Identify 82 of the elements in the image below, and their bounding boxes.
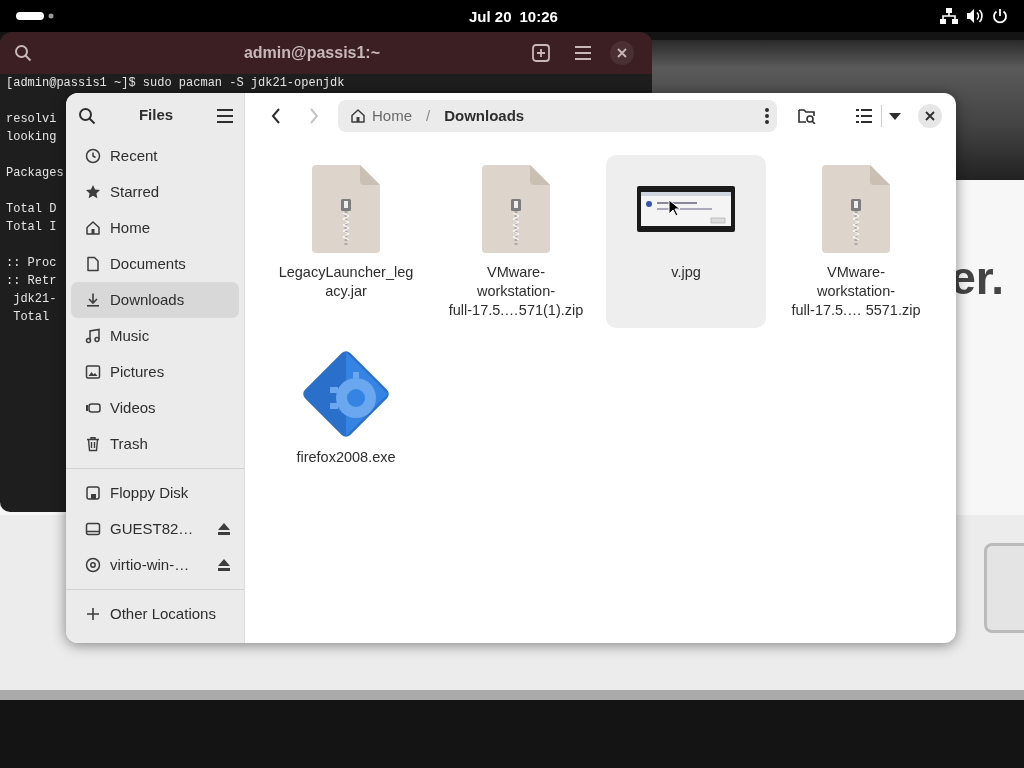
terminal-line: looking: [6, 129, 57, 146]
device-label: GUEST82…: [110, 518, 195, 539]
more-options-icon[interactable]: [765, 108, 769, 124]
path-bar[interactable]: Home / Downloads: [338, 100, 777, 132]
close-button[interactable]: [610, 41, 634, 65]
sidebar-item[interactable]: Starred: [71, 174, 239, 210]
file-name: LegacyLauncher_leg acy.jar: [278, 263, 414, 301]
workspace-indicator-icon[interactable]: [16, 12, 54, 20]
sidebar-item[interactable]: virtio-win-…: [71, 547, 239, 583]
close-icon[interactable]: [617, 48, 627, 58]
file-name: firefox2008.exe: [296, 448, 396, 467]
clock-text[interactable]: 10:26: [519, 6, 558, 29]
terminal-line: resolvi: [6, 111, 57, 128]
video-camera-icon: [85, 400, 101, 416]
chevron-left-icon: [271, 108, 281, 124]
sidebar-item[interactable]: Other Locations: [71, 596, 239, 632]
menu-icon[interactable]: [574, 45, 592, 61]
document-icon: [85, 256, 101, 272]
sidebar-item[interactable]: Documents: [71, 246, 239, 282]
path-crumb[interactable]: Home: [350, 104, 412, 128]
search-icon[interactable]: [14, 44, 32, 62]
eject-icon[interactable]: [217, 558, 231, 572]
file-name: VMware- workstation- full-17.5.… 5571.zip: [791, 263, 921, 320]
device-label: Floppy Disk: [110, 482, 190, 503]
sidebar-item[interactable]: Downloads: [71, 282, 239, 318]
music-note-icon: [85, 328, 101, 344]
home-icon: [85, 220, 101, 236]
terminal-line: Total D: [6, 201, 57, 218]
mouse-pointer-icon: [668, 199, 680, 217]
terminal-line: Total: [12, 309, 50, 326]
drive-icon: [85, 521, 101, 537]
file-name: v.jpg: [671, 263, 701, 282]
archive-file-icon: [482, 165, 550, 253]
close-button[interactable]: [918, 104, 942, 128]
sidebar-item[interactable]: Pictures: [71, 354, 239, 390]
file-item[interactable]: VMware- workstation- full-17.5.… 5571.zip: [776, 155, 936, 328]
power-icon[interactable]: [992, 8, 1008, 24]
caret-icon: [889, 112, 901, 120]
sidebar-item[interactable]: Floppy Disk: [71, 475, 239, 511]
terminal-line: jdk21-: [12, 291, 57, 308]
volume-icon[interactable]: [966, 8, 984, 24]
file-item[interactable]: LegacyLauncher_leg acy.jar: [266, 155, 426, 328]
file-item[interactable]: v.jpg: [606, 155, 766, 328]
disc-icon: [85, 557, 101, 573]
search-icon[interactable]: [78, 106, 96, 125]
app-title: Files: [138, 105, 174, 126]
terminal-line: Total I: [6, 219, 57, 236]
sidebar-item[interactable]: Videos: [71, 390, 239, 426]
window-title: admin@passis1:~: [243, 44, 381, 61]
path-separator: /: [426, 105, 431, 126]
file-item[interactable]: firefox2008.exe: [266, 340, 426, 475]
sidebar-item[interactable]: Music: [71, 318, 239, 354]
home-icon: [350, 108, 366, 124]
sidebar-item[interactable]: GUEST82…: [71, 511, 239, 547]
path-crumb[interactable]: Downloads: [444, 104, 525, 128]
sidebar-item[interactable]: Recent: [71, 138, 239, 174]
terminal-line: :: Proc: [6, 255, 57, 272]
picture-icon: [85, 364, 101, 380]
trash-icon: [85, 436, 101, 452]
terminal-line: [admin@passis1 ~]$ sudo pacman -S jdk21-openjdk: [6, 75, 345, 92]
terminal-line: Packages: [6, 165, 64, 182]
archive-file-icon: [822, 165, 890, 253]
eject-icon[interactable]: [217, 522, 231, 536]
device-label: virtio-win-…: [110, 554, 191, 575]
list-icon: [856, 109, 872, 123]
new-tab-icon[interactable]: [532, 44, 550, 62]
chevron-right-icon: [309, 108, 319, 124]
folder-search-icon: [798, 108, 816, 124]
clock-icon: [85, 148, 101, 164]
download-icon: [85, 292, 101, 308]
close-icon: [925, 111, 935, 121]
file-name: VMware- workstation- full-17.5.…571(1).zip: [448, 263, 584, 320]
sidebar-item[interactable]: Trash: [71, 426, 239, 462]
plus-icon: [85, 606, 101, 622]
file-item[interactable]: VMware- workstation- full-17.5.…571(1).zip: [436, 155, 596, 328]
network-icon[interactable]: [940, 8, 958, 24]
terminal-line: :: Retr: [6, 273, 57, 290]
sidebar-item[interactable]: Home: [71, 210, 239, 246]
menu-icon[interactable]: [216, 107, 234, 124]
date-text[interactable]: Jul 20: [469, 6, 512, 29]
star-icon: [85, 184, 101, 200]
archive-file-icon: [312, 165, 380, 253]
